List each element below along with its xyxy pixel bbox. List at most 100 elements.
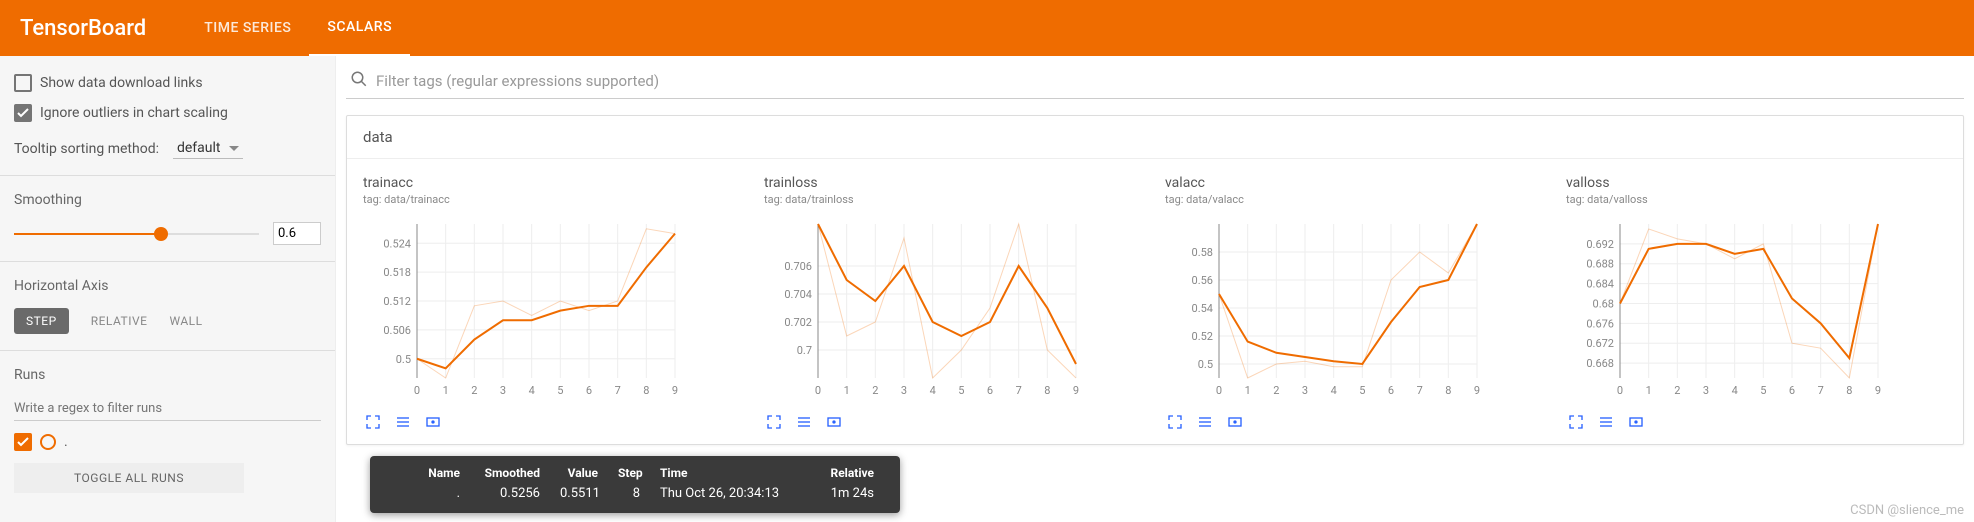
svg-text:0.702: 0.702 bbox=[784, 316, 812, 329]
svg-text:0.706: 0.706 bbox=[784, 260, 812, 273]
list-icon[interactable] bbox=[1596, 414, 1616, 430]
input-runs-filter[interactable] bbox=[14, 397, 321, 421]
svg-text:0: 0 bbox=[815, 384, 821, 397]
svg-text:6: 6 bbox=[1388, 384, 1394, 397]
list-icon[interactable] bbox=[393, 414, 413, 430]
chart-tag: tag: data/valloss bbox=[1566, 193, 1947, 206]
rect-icon[interactable] bbox=[1225, 414, 1245, 430]
svg-text:7: 7 bbox=[615, 384, 621, 397]
svg-text:9: 9 bbox=[1875, 384, 1881, 397]
svg-text:0.58: 0.58 bbox=[1192, 246, 1213, 259]
label-runs: Runs bbox=[14, 367, 321, 383]
tt-relative: 1m 24s bbox=[820, 486, 884, 501]
app-header: TensorBoard TIME SERIES SCALARS bbox=[0, 0, 1974, 56]
svg-text:0.7: 0.7 bbox=[797, 344, 812, 357]
chart-title: trainacc bbox=[363, 175, 744, 191]
rect-icon[interactable] bbox=[824, 414, 844, 430]
tt-value: 0.5511 bbox=[550, 486, 608, 501]
expand-icon[interactable] bbox=[764, 414, 784, 430]
chart-title: valacc bbox=[1165, 175, 1546, 191]
tab-scalars[interactable]: SCALARS bbox=[309, 0, 410, 57]
tt-time: Thu Oct 26, 20:34:13 bbox=[650, 486, 820, 501]
radio-run-0[interactable] bbox=[40, 434, 56, 450]
svg-text:0.56: 0.56 bbox=[1192, 274, 1213, 287]
chart-plot[interactable]: 0.50.520.540.560.580123456789 bbox=[1165, 212, 1546, 406]
svg-text:0.672: 0.672 bbox=[1586, 337, 1614, 350]
list-icon[interactable] bbox=[794, 414, 814, 430]
svg-text:0.676: 0.676 bbox=[1586, 317, 1614, 330]
tab-time-series[interactable]: TIME SERIES bbox=[186, 0, 309, 56]
svg-text:1: 1 bbox=[844, 384, 850, 397]
svg-text:7: 7 bbox=[1417, 384, 1423, 397]
svg-text:8: 8 bbox=[1445, 384, 1451, 397]
search-input[interactable] bbox=[376, 72, 1964, 90]
svg-text:4: 4 bbox=[1331, 384, 1337, 397]
svg-text:8: 8 bbox=[1044, 384, 1050, 397]
chart-plot[interactable]: 0.6680.6720.6760.680.6840.6880.692012345… bbox=[1566, 212, 1947, 406]
expand-icon[interactable] bbox=[363, 414, 383, 430]
svg-text:3: 3 bbox=[1703, 384, 1709, 397]
checkbox-run-0[interactable] bbox=[14, 433, 32, 451]
haxis-step[interactable]: STEP bbox=[14, 308, 69, 334]
svg-text:8: 8 bbox=[1846, 384, 1852, 397]
tt-h-name: Name bbox=[416, 466, 470, 480]
svg-text:2: 2 bbox=[1674, 384, 1680, 397]
checkbox-ignore-outliers[interactable] bbox=[14, 104, 32, 122]
svg-text:1: 1 bbox=[1646, 384, 1652, 397]
svg-text:2: 2 bbox=[1273, 384, 1279, 397]
svg-text:3: 3 bbox=[1302, 384, 1308, 397]
rect-icon[interactable] bbox=[1626, 414, 1646, 430]
chart-title: trainloss bbox=[764, 175, 1145, 191]
toggle-all-runs-button[interactable]: TOGGLE ALL RUNS bbox=[14, 463, 244, 493]
tt-h-time: Time bbox=[650, 466, 820, 480]
chart-plot[interactable]: 0.70.7020.7040.7060123456789 bbox=[764, 212, 1145, 406]
svg-text:0.524: 0.524 bbox=[383, 237, 411, 250]
svg-text:0.68: 0.68 bbox=[1593, 297, 1614, 310]
svg-text:5: 5 bbox=[1359, 384, 1365, 397]
svg-text:9: 9 bbox=[1073, 384, 1079, 397]
svg-text:9: 9 bbox=[1474, 384, 1480, 397]
chart-tag: tag: data/valacc bbox=[1165, 193, 1546, 206]
svg-text:5: 5 bbox=[1760, 384, 1766, 397]
tt-step: 8 bbox=[608, 486, 650, 501]
svg-text:2: 2 bbox=[872, 384, 878, 397]
input-smoothing-value[interactable] bbox=[273, 222, 321, 245]
svg-text:0.5: 0.5 bbox=[1198, 358, 1213, 371]
haxis-relative[interactable]: RELATIVE bbox=[91, 314, 148, 328]
sidebar: Show data download links Ignore outliers… bbox=[0, 56, 336, 522]
expand-icon[interactable] bbox=[1566, 414, 1586, 430]
svg-text:0.692: 0.692 bbox=[1586, 238, 1614, 251]
checkbox-show-download[interactable] bbox=[14, 74, 32, 92]
select-tooltip-sort[interactable]: default bbox=[173, 138, 243, 159]
svg-text:2: 2 bbox=[471, 384, 477, 397]
rect-icon[interactable] bbox=[423, 414, 443, 430]
svg-text:0: 0 bbox=[414, 384, 420, 397]
svg-text:7: 7 bbox=[1818, 384, 1824, 397]
chart-trainacc: trainacc tag: data/trainacc 0.50.5060.51… bbox=[353, 167, 754, 434]
list-icon[interactable] bbox=[1195, 414, 1215, 430]
search-icon bbox=[350, 70, 368, 92]
chart-actions bbox=[1165, 414, 1546, 430]
slider-smoothing[interactable] bbox=[14, 224, 259, 244]
svg-text:5: 5 bbox=[557, 384, 563, 397]
svg-text:0.512: 0.512 bbox=[383, 295, 411, 308]
svg-text:0.52: 0.52 bbox=[1192, 330, 1213, 343]
brand-logo: TensorBoard bbox=[20, 16, 146, 41]
chart-actions bbox=[764, 414, 1145, 430]
search-row bbox=[346, 70, 1964, 99]
svg-text:6: 6 bbox=[1789, 384, 1795, 397]
label-smoothing: Smoothing bbox=[14, 192, 321, 208]
svg-text:0.5: 0.5 bbox=[396, 353, 411, 366]
expand-icon[interactable] bbox=[1165, 414, 1185, 430]
svg-text:4: 4 bbox=[529, 384, 535, 397]
chart-actions bbox=[1566, 414, 1947, 430]
svg-text:8: 8 bbox=[643, 384, 649, 397]
tt-h-value: Value bbox=[550, 466, 608, 480]
chart-plot[interactable]: 0.50.5060.5120.5180.5240123456789 bbox=[363, 212, 744, 406]
chart-trainloss: trainloss tag: data/trainloss 0.70.7020.… bbox=[754, 167, 1155, 434]
svg-text:0.518: 0.518 bbox=[383, 266, 411, 279]
svg-text:9: 9 bbox=[672, 384, 678, 397]
svg-text:0.704: 0.704 bbox=[784, 288, 812, 301]
tt-h-step: Step bbox=[608, 466, 650, 480]
haxis-wall[interactable]: WALL bbox=[169, 314, 202, 328]
